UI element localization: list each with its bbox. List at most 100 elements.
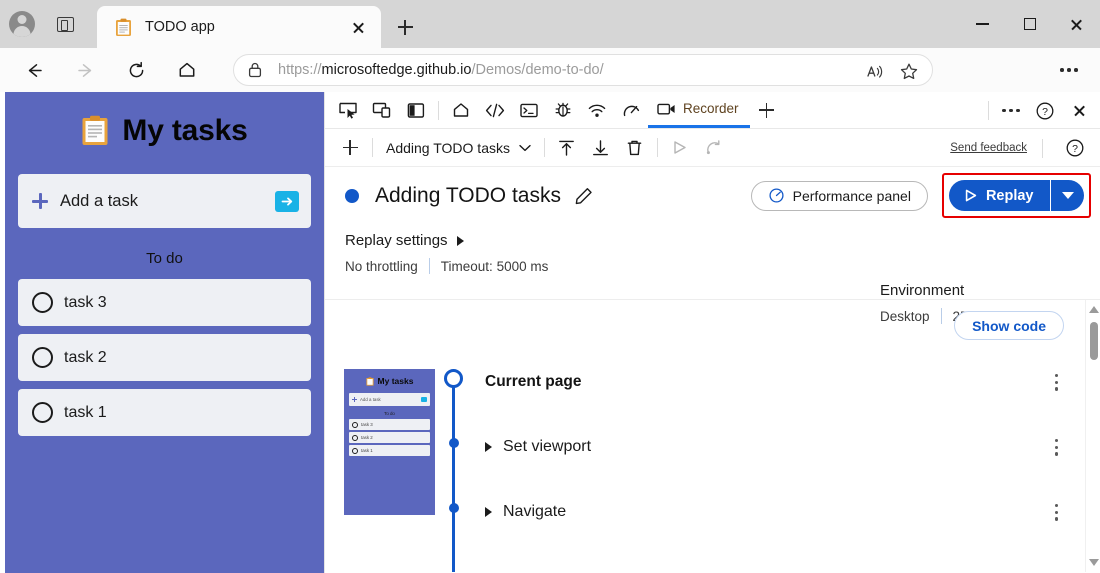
forward-button[interactable]	[69, 54, 101, 86]
show-code-button[interactable]: Show code	[954, 311, 1064, 340]
timeline-node	[448, 503, 459, 513]
browser-tab[interactable]: TODO app	[97, 6, 381, 48]
kebab-menu-icon[interactable]	[1049, 500, 1064, 525]
tab-close-button[interactable]	[345, 14, 371, 40]
timeline-node-current	[444, 369, 463, 388]
steps-scrollbar[interactable]	[1085, 300, 1100, 572]
recording-steps-panel: Show code My tasks Add a task To do task…	[325, 300, 1100, 572]
replay-settings-values: No throttling Timeout: 5000 ms	[345, 258, 1080, 274]
devtools-tab-bar: Recorder ?	[325, 92, 1100, 129]
ellipsis-icon	[1060, 68, 1078, 72]
add-panel-button[interactable]	[750, 93, 784, 127]
toolbar-replay-button[interactable]	[663, 131, 697, 165]
performance-panel-button[interactable]: Performance panel	[750, 180, 928, 211]
read-aloud-button[interactable]	[858, 55, 892, 87]
replay-button[interactable]: Replay	[948, 180, 1050, 211]
todo-list-item[interactable]: task 1	[18, 389, 311, 436]
tab-sources[interactable]	[546, 93, 580, 127]
step-row-set-viewport[interactable]: Set viewport	[485, 435, 1064, 460]
toolbar-divider	[543, 138, 545, 157]
window-close-button[interactable]	[1053, 0, 1100, 48]
scroll-down-arrow-icon[interactable]	[1089, 559, 1099, 566]
edit-recording-name-button[interactable]	[574, 186, 594, 206]
delete-recording-button[interactable]	[618, 131, 652, 165]
thumbnail-header: My tasks	[349, 376, 430, 386]
thumbnail-add-task: Add a task	[349, 393, 430, 406]
dock-layout-button[interactable]	[399, 93, 433, 127]
add-recording-button[interactable]	[333, 131, 367, 165]
triangle-right-icon[interactable]	[485, 442, 492, 453]
play-triangle-icon	[965, 189, 977, 202]
step-row-current-page[interactable]: Current page	[485, 370, 1064, 395]
export-recording-button[interactable]	[550, 131, 584, 165]
add-task-placeholder: Add a task	[60, 191, 138, 210]
todo-item-label: task 3	[64, 293, 107, 311]
plus-icon	[342, 140, 358, 155]
recorder-help-button[interactable]: ?	[1058, 131, 1092, 165]
back-button[interactable]	[18, 54, 50, 86]
todo-list-item[interactable]: task 3	[18, 279, 311, 326]
recording-settings-row: Replay settings No throttling Timeout: 5…	[325, 224, 1100, 324]
toolbar-divider	[656, 138, 658, 157]
address-bar[interactable]: https://microsoftedge.github.io/Demos/de…	[233, 54, 933, 86]
triangle-right-icon[interactable]	[485, 507, 492, 518]
circle-checkbox-icon[interactable]	[32, 292, 53, 313]
replay-settings-toggle[interactable]: Replay settings	[345, 232, 1080, 249]
window-minimize-button[interactable]	[959, 0, 1006, 48]
plus-icon	[759, 102, 775, 118]
todo-app-header: My tasks	[18, 114, 311, 148]
url-path: /Demos/demo-to-do/	[471, 62, 604, 78]
scrollbar-thumb[interactable]	[1089, 322, 1098, 360]
scroll-up-arrow-icon[interactable]	[1089, 306, 1099, 313]
url-domain: microsoftedge.github.io	[321, 62, 472, 78]
inspect-element-button[interactable]	[331, 93, 365, 127]
add-favorite-button[interactable]	[892, 55, 926, 87]
todo-list-item[interactable]: task 2	[18, 334, 311, 381]
window-maximize-button[interactable]	[1006, 0, 1053, 48]
tab-network[interactable]	[580, 93, 614, 127]
welcome-home-icon	[453, 103, 469, 117]
new-tab-button[interactable]	[390, 12, 420, 42]
devtools-help-button[interactable]: ?	[1028, 94, 1062, 128]
tab-recorder[interactable]: Recorder	[648, 92, 750, 128]
home-button[interactable]	[171, 54, 203, 86]
replay-dropdown-button[interactable]	[1051, 180, 1084, 211]
add-task-input[interactable]: Add a task	[18, 174, 311, 228]
play-triangle-icon	[674, 141, 687, 154]
send-feedback-link[interactable]: Send feedback	[950, 142, 1027, 154]
kebab-menu-icon[interactable]	[1049, 435, 1064, 460]
tab-search-button[interactable]	[44, 0, 86, 48]
tab-welcome[interactable]	[444, 93, 478, 127]
account-avatar-icon	[9, 11, 35, 37]
page-content: My tasks Add a task To do task 3 task 2 …	[0, 92, 1100, 573]
tab-elements[interactable]	[478, 93, 512, 127]
devtools-close-button[interactable]	[1062, 94, 1096, 128]
devtools-more-tools-button[interactable]	[994, 94, 1028, 128]
home-icon	[179, 62, 195, 77]
minimize-icon	[976, 23, 989, 25]
dock-layout-icon	[407, 102, 425, 118]
network-icon	[588, 104, 606, 117]
kebab-menu-icon[interactable]	[1049, 370, 1064, 395]
plus-icon	[32, 193, 48, 209]
tab-console[interactable]	[512, 93, 546, 127]
window-controls	[959, 0, 1100, 48]
thumbnail-item-label: task 2	[361, 435, 373, 440]
tab-performance[interactable]	[614, 93, 648, 127]
circle-checkbox-icon[interactable]	[32, 347, 53, 368]
record-again-button[interactable]	[697, 131, 731, 165]
add-task-submit-button[interactable]	[275, 190, 299, 212]
profile-button[interactable]	[0, 0, 44, 48]
browser-settings-button[interactable]	[1052, 54, 1086, 86]
step-row-navigate[interactable]: Navigate	[485, 500, 1064, 525]
thumbnail-list-item: task 3	[349, 419, 430, 430]
chevron-down-icon	[1061, 192, 1074, 199]
circle-checkbox-icon[interactable]	[32, 402, 53, 423]
recording-selector[interactable]: Adding TODO tasks	[378, 135, 539, 161]
refresh-button[interactable]	[120, 54, 152, 86]
recorder-toolbar: Adding TODO tasks Send feedback ?	[325, 129, 1100, 167]
maximize-icon	[1023, 18, 1036, 30]
import-recording-button[interactable]	[584, 131, 618, 165]
device-emulation-button[interactable]	[365, 93, 399, 127]
close-icon	[1073, 104, 1086, 117]
